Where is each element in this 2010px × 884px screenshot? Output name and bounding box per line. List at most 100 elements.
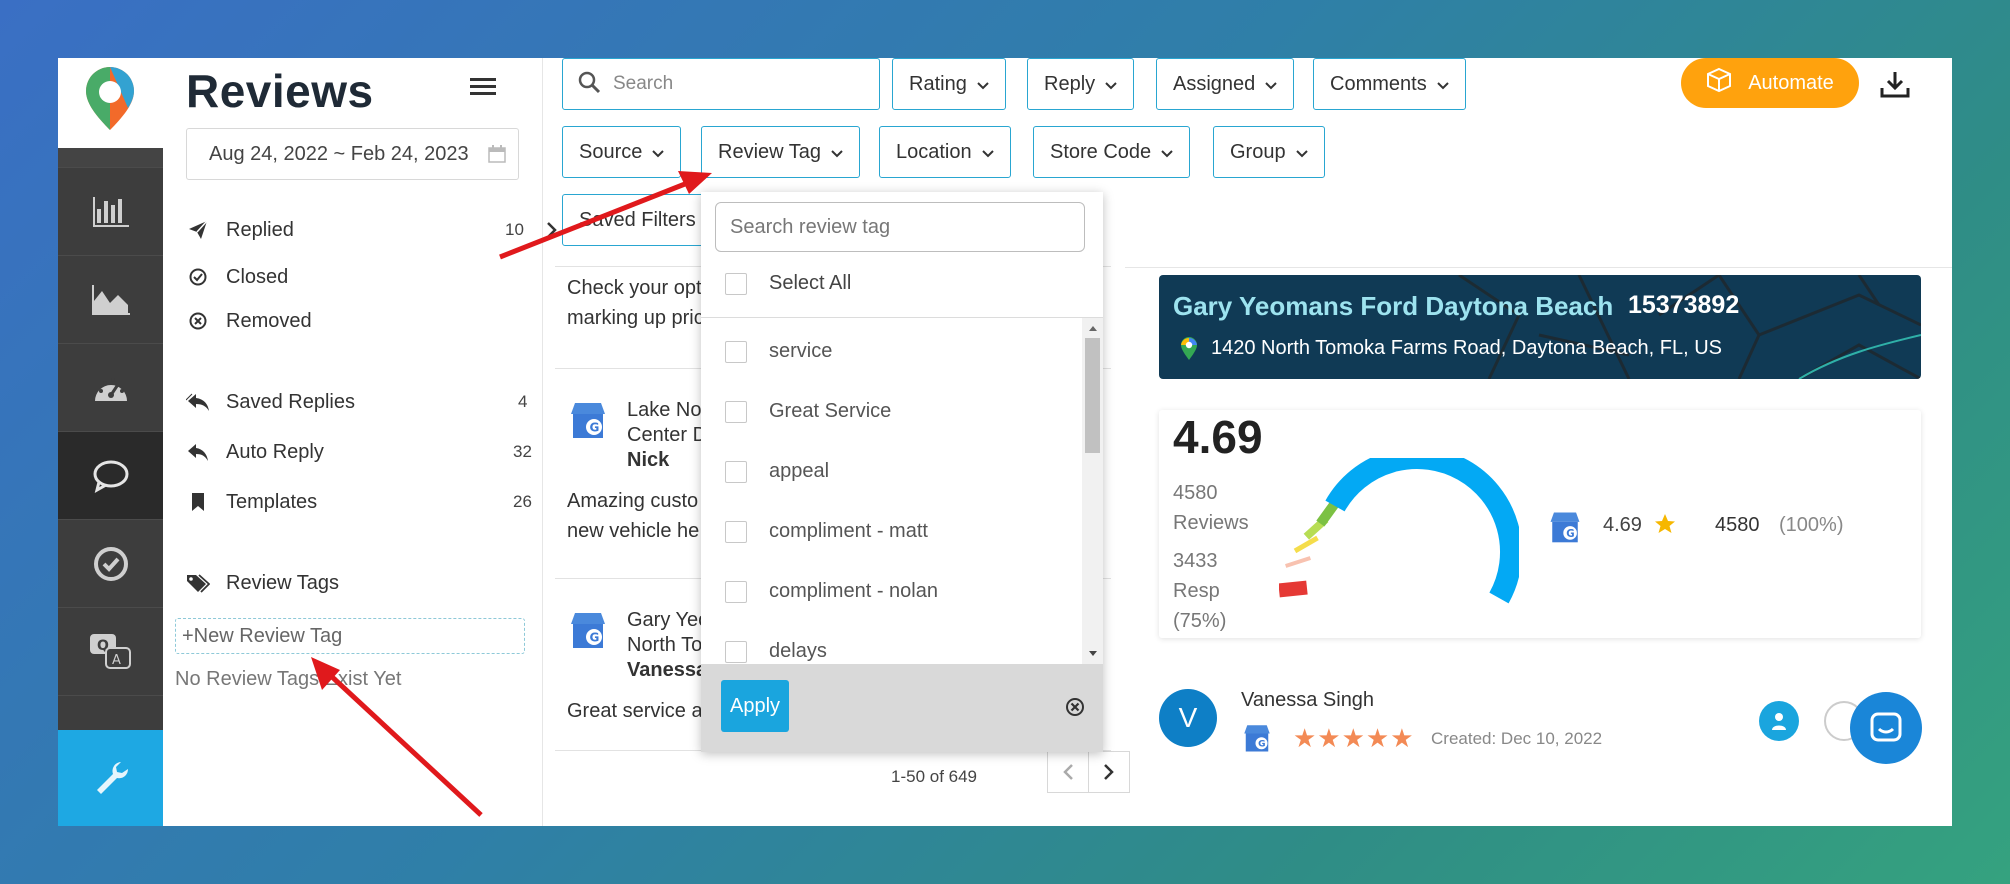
date-range-text: Aug 24, 2022 ~ Feb 24, 2023 (209, 143, 469, 165)
tag-option[interactable]: compliment - nolan (725, 580, 938, 603)
rail-tools[interactable] (58, 730, 163, 826)
sidebar-item-templates[interactable]: Templates (186, 487, 317, 517)
reviews-label: Reviews (1173, 512, 1249, 534)
tag-option-label: compliment - nolan (769, 580, 938, 602)
svg-text:A: A (112, 653, 121, 668)
tag-option-label: Great Service (769, 400, 892, 422)
checkbox[interactable] (725, 400, 747, 423)
rail-reviews[interactable] (58, 432, 163, 520)
reply-all-icon (186, 392, 210, 412)
pagination-range: 1-50 of 649 (891, 767, 978, 786)
rail-qa[interactable]: QA (58, 608, 163, 696)
tags-icon (186, 573, 210, 593)
sidebar: Reviews Aug 24, 2022 ~ Feb 24, 2023 Repl… (163, 58, 557, 826)
qa-icon: QA (89, 633, 131, 669)
auto-reply-count: 32 (513, 442, 532, 461)
location-name: Gary Yeo (627, 609, 710, 631)
scroll-down-icon[interactable] (1088, 650, 1098, 658)
page-title: Reviews (186, 65, 374, 117)
checkbox[interactable] (725, 640, 747, 663)
sidebar-item-label: Saved Replies (226, 390, 355, 413)
sidebar-item-label: Auto Reply (226, 440, 324, 463)
scrollbar[interactable] (1082, 318, 1103, 664)
svg-text:G: G (590, 631, 600, 645)
tag-option[interactable]: Great Service (725, 400, 891, 423)
templates-count: 26 (513, 492, 532, 511)
rail-trends[interactable] (58, 256, 163, 344)
date-range-picker[interactable]: Aug 24, 2022 ~ Feb 24, 2023 (186, 128, 519, 180)
reviews-count: 4580 (1173, 482, 1218, 504)
location-name: Lake No (627, 399, 702, 421)
review-author: Nick (627, 449, 670, 471)
next-page-button[interactable] (1088, 751, 1130, 793)
chevron-right-icon (1104, 764, 1114, 780)
svg-text:G: G (1566, 529, 1574, 540)
star-icon (1653, 512, 1677, 541)
select-all-checkbox[interactable]: Select All (725, 272, 851, 295)
avatar: V (1159, 689, 1217, 747)
apply-button[interactable]: Apply (721, 680, 789, 732)
tag-option-label: compliment - matt (769, 520, 928, 542)
tag-option[interactable]: compliment - matt (725, 520, 928, 543)
review-tag-dropdown: Select All service Great Service appeal … (701, 192, 1103, 752)
location-banner: Gary Yeomans Ford Daytona Beach 15373892… (1159, 275, 1921, 379)
calendar-icon (488, 145, 506, 169)
review-tag-search-input[interactable] (715, 202, 1085, 252)
prev-page-button[interactable] (1047, 751, 1089, 793)
scroll-up-icon[interactable] (1088, 324, 1098, 332)
sidebar-item-label: Removed (226, 309, 312, 332)
checkbox[interactable] (725, 272, 747, 295)
assign-user-button[interactable] (1759, 701, 1799, 741)
checkbox[interactable] (725, 460, 747, 483)
rating-gauge (1279, 458, 1519, 604)
rail-dashboard[interactable] (58, 344, 163, 432)
star-rating: ★★★★★ (1293, 723, 1415, 753)
sidebar-item-replied[interactable]: Replied (186, 215, 294, 245)
chat-bubble-icon (93, 460, 128, 493)
tag-option[interactable]: service (725, 340, 832, 363)
tag-option-label: delays (769, 640, 827, 662)
svg-text:G: G (1258, 740, 1265, 750)
sidebar-item-removed[interactable]: Removed (186, 306, 312, 336)
close-circle-icon (186, 312, 210, 330)
paper-plane-icon (186, 219, 210, 241)
scrollbar-thumb[interactable] (1085, 338, 1100, 453)
tag-option[interactable]: appeal (725, 460, 829, 483)
checkbox[interactable] (725, 580, 747, 603)
tag-options-list: service Great Service appeal compliment … (701, 318, 1103, 664)
sidebar-item-closed[interactable]: Closed (186, 262, 288, 292)
new-review-tag-button[interactable]: +New Review Tag (175, 618, 525, 654)
sidebar-item-auto-reply[interactable]: Auto Reply (186, 437, 324, 467)
sidebar-item-saved-replies[interactable]: Saved Replies (186, 387, 355, 417)
tag-option[interactable]: delays (725, 640, 827, 663)
reviewer-name: Vanessa Singh (1241, 689, 1375, 711)
sidebar-review-tags-header: Review Tags (186, 568, 339, 598)
sidebar-item-label: Closed (226, 265, 289, 288)
area-chart-icon (91, 284, 130, 315)
review-text-line: marking up pric (567, 307, 704, 329)
responses-count: 3433 (1173, 550, 1218, 572)
live-chat-button[interactable] (1850, 692, 1922, 764)
review-created-date: Created: Dec 10, 2022 (1431, 729, 1603, 748)
check-circle-icon (186, 268, 210, 286)
checkbox[interactable] (725, 520, 747, 543)
review-text-line: new vehicle he (567, 520, 700, 542)
hamburger-menu-icon[interactable] (468, 74, 498, 100)
review-text-line: Amazing custo (567, 490, 699, 512)
checkbox[interactable] (725, 340, 747, 363)
google-business-icon: G (571, 403, 605, 438)
rail-spacer (58, 148, 163, 168)
responses-percent: (75%) (1173, 610, 1227, 632)
map-pin-icon (1179, 337, 1199, 366)
wrench-icon (96, 762, 128, 794)
chevron-left-icon (1063, 764, 1073, 780)
rail-tasks[interactable] (58, 520, 163, 608)
speedometer-icon (94, 377, 127, 401)
app-logo[interactable] (58, 58, 163, 148)
location-address: 1420 North Tomoka Farms Road, Daytona Be… (1211, 337, 1722, 359)
tag-option-label: service (769, 340, 833, 362)
no-tags-message: No Review Tags Exist Yet (175, 668, 402, 690)
rail-analytics[interactable] (58, 168, 163, 256)
clear-icon[interactable] (1065, 697, 1085, 722)
tag-option-label: appeal (769, 460, 830, 482)
